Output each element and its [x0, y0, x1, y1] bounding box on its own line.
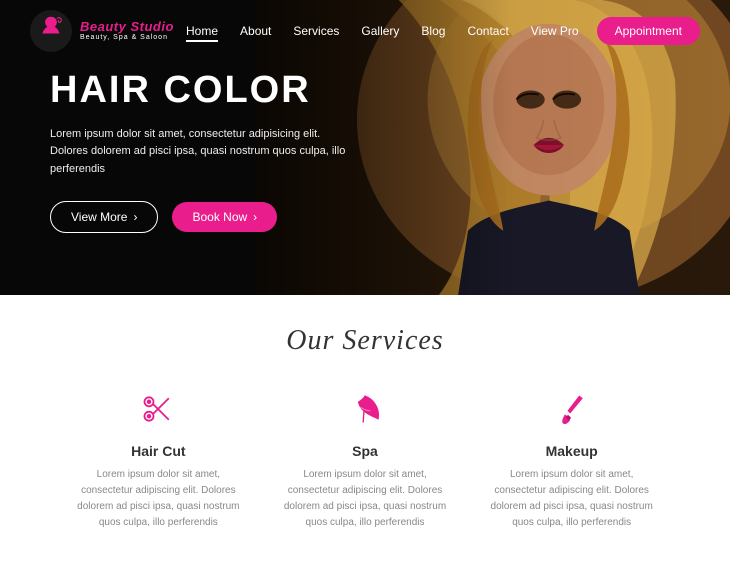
service-spa-name: Spa — [277, 443, 454, 459]
book-now-arrow: › — [253, 210, 257, 224]
service-spa-desc: Lorem ipsum dolor sit amet, consectetur … — [277, 467, 454, 531]
leaf-icon — [343, 387, 387, 431]
hero-buttons: View More › Book Now › — [50, 201, 350, 233]
service-spa: Spa Lorem ipsum dolor sit amet, consecte… — [267, 387, 464, 531]
nav-gallery[interactable]: Gallery — [361, 24, 399, 38]
brush-icon — [550, 387, 594, 431]
view-more-arrow: › — [133, 210, 137, 224]
brand-name: Beauty Studio — [80, 20, 174, 34]
services-section: Our Services Hair Cut Lorem ipsum dolor … — [0, 295, 730, 561]
hero-description: Lorem ipsum dolor sit amet, consectetur … — [50, 126, 350, 179]
nav-services[interactable]: Services — [293, 24, 339, 38]
scissors-icon — [136, 387, 180, 431]
logo[interactable]: Beauty Studio Beauty, Spa & Saloon — [30, 10, 174, 52]
nav-about[interactable]: About — [240, 24, 271, 38]
service-haircut-name: Hair Cut — [70, 443, 247, 459]
appointment-button[interactable]: Appointment — [597, 17, 700, 45]
book-now-label: Book Now — [192, 210, 247, 224]
nav-view-pro[interactable]: View Pro — [531, 24, 579, 38]
nav-blog[interactable]: Blog — [421, 24, 445, 38]
service-makeup-desc: Lorem ipsum dolor sit amet, consectetur … — [483, 467, 660, 531]
navigation: Beauty Studio Beauty, Spa & Saloon Home … — [0, 0, 730, 62]
view-more-label: View More — [71, 210, 127, 224]
view-more-button[interactable]: View More › — [50, 201, 158, 233]
brand-sub: Beauty, Spa & Saloon — [80, 34, 174, 42]
book-now-button[interactable]: Book Now › — [172, 202, 277, 232]
services-grid: Hair Cut Lorem ipsum dolor sit amet, con… — [20, 387, 710, 531]
service-makeup-name: Makeup — [483, 443, 660, 459]
service-haircut: Hair Cut Lorem ipsum dolor sit amet, con… — [60, 387, 257, 531]
hero-content: HAIR COLOR Lorem ipsum dolor sit amet, c… — [50, 70, 350, 233]
nav-home[interactable]: Home — [186, 24, 218, 42]
service-makeup: Makeup Lorem ipsum dolor sit amet, conse… — [473, 387, 670, 531]
nav-contact[interactable]: Contact — [467, 24, 508, 38]
service-haircut-desc: Lorem ipsum dolor sit amet, consectetur … — [70, 467, 247, 531]
hero-title: HAIR COLOR — [50, 70, 350, 112]
services-heading: Our Services — [20, 325, 710, 357]
